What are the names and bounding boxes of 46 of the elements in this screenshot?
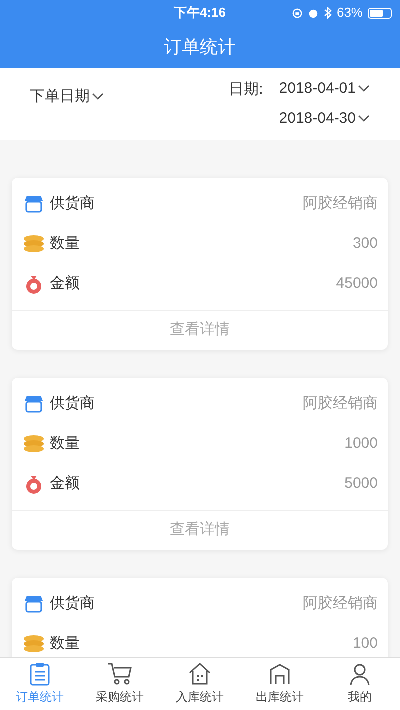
battery-percent: 63% bbox=[336, 4, 363, 22]
date-label: 日期: bbox=[229, 82, 264, 98]
field-value: 45000 bbox=[336, 274, 378, 294]
field-value: 100 bbox=[352, 634, 378, 654]
field-value: 5000 bbox=[344, 474, 378, 494]
date-picker[interactable]: 2018-04-30 bbox=[279, 110, 370, 128]
field-label: 数量 bbox=[50, 434, 80, 454]
date-picker[interactable]: 2018-04-01 bbox=[279, 80, 370, 98]
tab-item[interactable]: 采购统计 bbox=[80, 658, 160, 710]
page-title: 订单统计 bbox=[164, 36, 236, 58]
field-value: 1000 bbox=[344, 434, 378, 454]
coin-stack-icon bbox=[23, 235, 45, 253]
field-label: 数量 bbox=[50, 234, 80, 254]
money-bag-icon bbox=[24, 274, 44, 294]
house-icon bbox=[188, 662, 212, 686]
field-value: 阿胶经销商 bbox=[303, 394, 378, 414]
shop-icon bbox=[24, 595, 44, 613]
sort-dropdown[interactable]: 下单日期 bbox=[30, 83, 104, 111]
tab-item[interactable]: 出库统计 bbox=[240, 658, 320, 710]
battery-icon bbox=[368, 8, 392, 18]
field-label: 供货商 bbox=[50, 394, 95, 414]
cart-icon bbox=[107, 662, 133, 686]
money-bag-icon bbox=[24, 474, 44, 494]
status-time: 下午4:16 bbox=[174, 4, 226, 22]
tab-item[interactable]: 入库统计 bbox=[160, 658, 240, 710]
field-value: 阿胶经销商 bbox=[303, 594, 378, 614]
clipboard-icon bbox=[29, 662, 51, 686]
person-icon bbox=[348, 662, 372, 686]
coin-stack-icon bbox=[23, 435, 45, 453]
bluetooth-icon bbox=[324, 7, 332, 19]
field-label: 金额 bbox=[50, 474, 80, 494]
field-label: 供货商 bbox=[50, 194, 95, 214]
field-label: 数量 bbox=[50, 634, 80, 654]
chevron-down-icon bbox=[358, 115, 370, 123]
shop-icon bbox=[24, 395, 44, 413]
chevron-down-icon bbox=[358, 85, 370, 93]
warehouse-icon bbox=[268, 662, 292, 686]
field-value: 300 bbox=[352, 234, 378, 254]
chevron-down-icon bbox=[92, 93, 104, 101]
tab-item[interactable]: 我的 bbox=[320, 658, 400, 710]
rotation-lock-icon bbox=[292, 8, 303, 18]
field-label: 供货商 bbox=[50, 594, 95, 614]
field-value: 阿胶经销商 bbox=[303, 194, 378, 214]
coin-stack-icon bbox=[23, 635, 45, 653]
field-label: 金额 bbox=[50, 274, 80, 294]
shop-icon bbox=[24, 195, 44, 213]
